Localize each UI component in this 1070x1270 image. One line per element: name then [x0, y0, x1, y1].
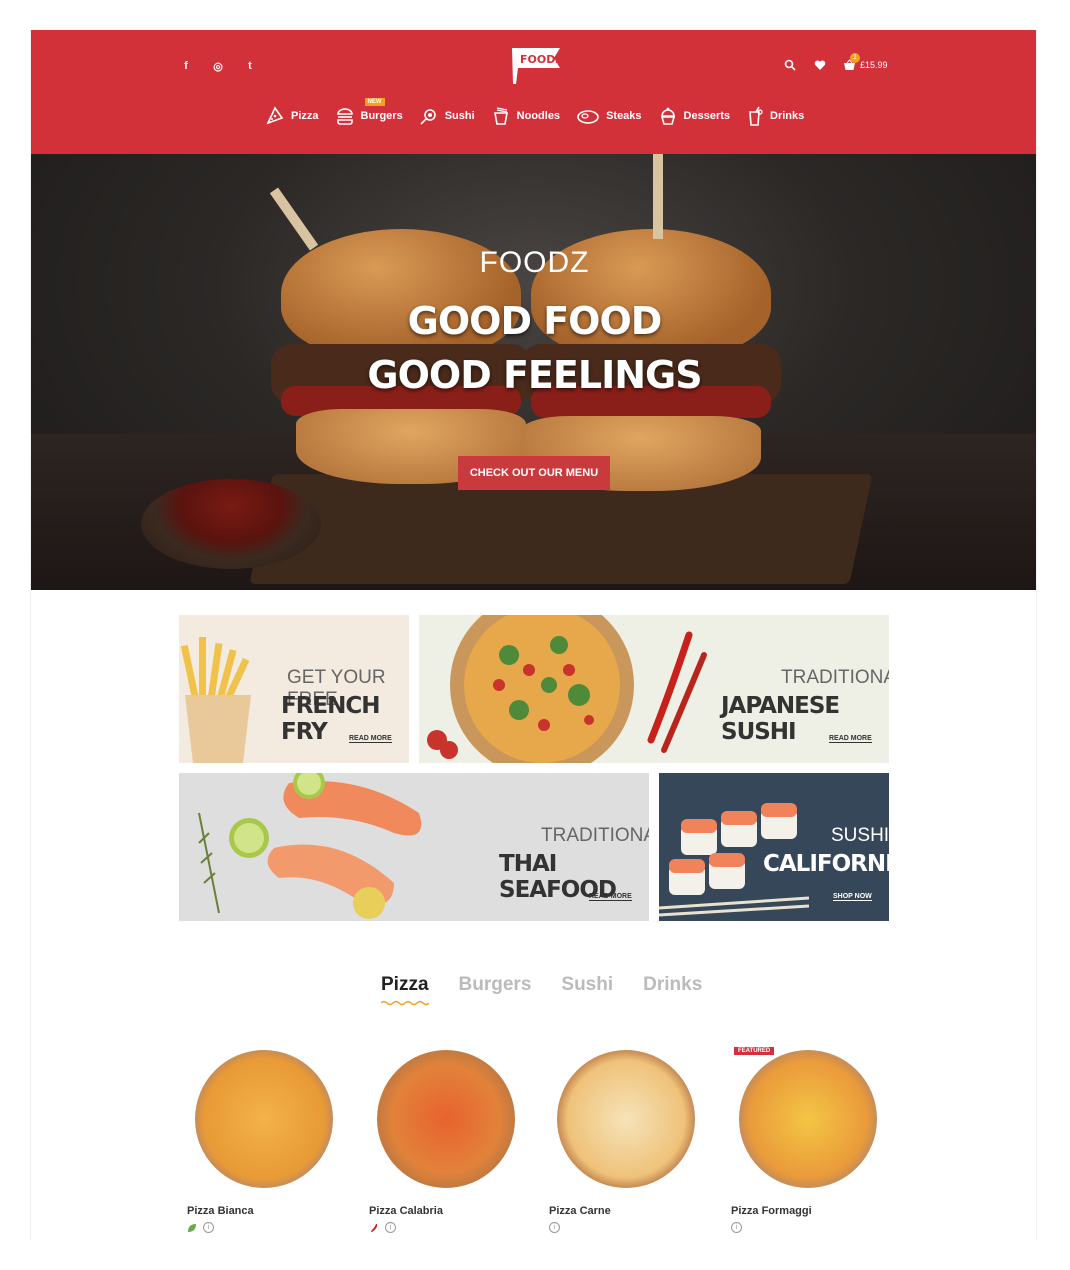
salmon-image	[198, 773, 422, 919]
nav-label: Noodles	[516, 110, 561, 122]
nav-label: Pizza	[291, 110, 319, 122]
product-name[interactable]: Pizza Calabria	[369, 1205, 529, 1217]
featured-badge: FEATURED	[734, 1047, 775, 1055]
nav-item-burgers[interactable]: Burgers NEW	[335, 98, 403, 126]
burger-icon	[336, 108, 353, 125]
product-card[interactable]: Pizza Formaggi i	[731, 1050, 891, 1233]
leaf-icon	[188, 1223, 196, 1232]
noodles-icon	[493, 107, 508, 125]
product-icons: i	[549, 1222, 709, 1233]
hero-text: FOODZ GOOD FOOD GOOD FEELINGS	[31, 246, 1036, 402]
product-card[interactable]: Pizza Bianca i	[187, 1050, 347, 1233]
foodz-logo[interactable]: FOODZ	[506, 44, 566, 84]
nav-item-steaks[interactable]: Steaks	[576, 106, 642, 126]
read-more-link[interactable]: READ MORE	[589, 893, 632, 901]
logo-text: FOODZ	[520, 53, 563, 66]
nav-item-pizza[interactable]: Pizza	[265, 106, 319, 126]
promo-banner-thai-seafood[interactable]: TRADITIONAL THAI SEAFOOD READ MORE	[179, 773, 649, 921]
hero-cutting-board	[249, 474, 873, 584]
cart-button[interactable]: 1 £15.99	[843, 53, 888, 71]
search-icon[interactable]	[783, 58, 797, 72]
tab-burgers[interactable]: Burgers	[459, 974, 532, 996]
tab-label: Pizza	[381, 974, 429, 995]
header-tools: 1 £15.99	[783, 53, 888, 72]
site-header: f ◎ t FOODZ 1 £15.99 Pizza Burgers NEW S…	[31, 30, 1036, 154]
nav-label: Drinks	[770, 110, 805, 122]
tab-sushi[interactable]: Sushi	[561, 974, 613, 996]
tab-label: Burgers	[458, 974, 532, 995]
product-image[interactable]	[377, 1050, 515, 1188]
product-card[interactable]: Pizza Carne i	[549, 1050, 709, 1233]
chili-icon	[371, 1223, 378, 1232]
menu-tabs: Pizza Burgers Sushi Drinks	[381, 974, 702, 1006]
cart-count-badge: 1	[850, 53, 860, 63]
hero-title: GOOD FOOD GOOD FEELINGS	[31, 294, 1036, 402]
hero-banner: FOODZ GOOD FOOD GOOD FEELINGS CHECK OUT …	[31, 154, 1036, 590]
product-icons: i	[369, 1222, 529, 1233]
product-image[interactable]	[195, 1050, 333, 1188]
tab-pizza[interactable]: Pizza	[381, 974, 429, 1006]
promo-banner-french-fry[interactable]: GET YOUR FREE FRENCH FRY READ MORE	[179, 615, 409, 763]
sushi-icon	[420, 109, 436, 125]
info-icon[interactable]: i	[549, 1222, 560, 1233]
new-tag: NEW	[364, 98, 385, 106]
drink-icon	[749, 106, 763, 126]
sushi-rolls-image	[659, 803, 809, 917]
read-more-link[interactable]: READ MORE	[349, 735, 392, 743]
social-links: f ◎ t	[179, 60, 257, 73]
nav-item-drinks[interactable]: Drinks	[746, 106, 804, 126]
check-out-menu-button[interactable]: CHECK OUT OUR MENU	[458, 456, 610, 490]
nav-item-sushi[interactable]: Sushi	[419, 106, 475, 126]
steak-icon	[577, 110, 599, 124]
nav-label: Burgers	[360, 110, 403, 122]
read-more-link[interactable]: READ MORE	[829, 735, 872, 743]
hero-sauce-bowl	[141, 479, 321, 569]
twitter-icon[interactable]: t	[243, 60, 257, 73]
product-card[interactable]: Pizza Calabria i	[369, 1050, 529, 1233]
instagram-icon[interactable]: ◎	[211, 60, 225, 73]
banner-line1: TRADITIONAL	[781, 667, 889, 688]
active-tab-underline	[381, 1000, 429, 1006]
product-name[interactable]: Pizza Bianca	[187, 1205, 347, 1217]
nav-item-desserts[interactable]: Desserts	[658, 106, 730, 126]
nav-label: Sushi	[444, 110, 475, 122]
banner-line1: TRADITIONAL	[541, 825, 649, 846]
product-name[interactable]: Pizza Formaggi	[731, 1205, 891, 1217]
pizza-image	[427, 615, 707, 763]
product-image[interactable]	[557, 1050, 695, 1188]
info-icon[interactable]: i	[203, 1222, 214, 1233]
nav-label: Desserts	[683, 110, 731, 122]
hero-subtitle: FOODZ	[479, 246, 590, 279]
product-image[interactable]	[739, 1050, 877, 1188]
info-icon[interactable]: i	[385, 1222, 396, 1233]
nav-item-noodles[interactable]: Noodles	[491, 106, 560, 126]
category-nav: Pizza Burgers NEW Sushi Noodles Steaks D…	[265, 98, 804, 126]
heart-icon[interactable]	[813, 58, 827, 72]
tab-label: Drinks	[643, 974, 703, 995]
banner-line2: CALIFORNIA	[763, 851, 889, 877]
product-name[interactable]: Pizza Carne	[549, 1205, 709, 1217]
pizza-slice-icon	[266, 106, 284, 125]
shop-now-link[interactable]: SHOP NOW	[833, 893, 872, 901]
info-icon[interactable]: i	[731, 1222, 742, 1233]
page-frame: f ◎ t FOODZ 1 £15.99 Pizza Burgers NEW S…	[30, 30, 1037, 1240]
fries-image	[180, 637, 251, 763]
tab-drinks[interactable]: Drinks	[643, 974, 702, 996]
nav-label: Steaks	[606, 110, 642, 122]
cart-total: £15.99	[860, 60, 888, 70]
banner-line1: SUSHI	[831, 825, 889, 846]
cupcake-icon	[660, 107, 675, 125]
promo-banner-sushi-california[interactable]: SUSHI CALIFORNIA SHOP NOW	[659, 773, 889, 921]
promo-banner-japanese-sushi[interactable]: TRADITIONAL JAPANESE SUSHI READ MORE	[419, 615, 889, 763]
hero-title-line2: GOOD FEELINGS	[367, 353, 702, 397]
facebook-icon[interactable]: f	[179, 60, 193, 73]
product-icons: i	[187, 1222, 347, 1233]
hero-title-line1: GOOD FOOD	[407, 299, 663, 343]
product-icons: i	[731, 1222, 891, 1233]
tab-label: Sushi	[561, 974, 614, 995]
